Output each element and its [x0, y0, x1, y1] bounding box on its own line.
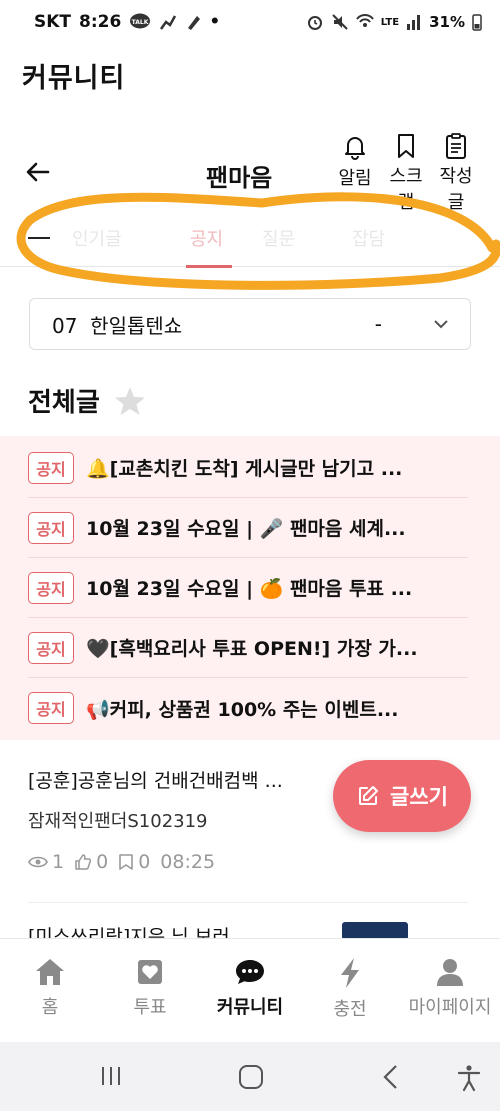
notice-item[interactable]: 공지 🖤[흑백요리사 투표 OPEN!] 가장 가... — [28, 618, 468, 678]
nav-vote[interactable]: 투표 — [100, 957, 200, 1019]
nav-home[interactable]: 홈 — [0, 957, 100, 1019]
page-title: 커뮤니티 — [22, 63, 126, 94]
section-title-text: 전체글 — [28, 388, 100, 418]
home-icon — [36, 959, 64, 985]
section-title: 전체글 — [28, 382, 146, 419]
edit-icon — [359, 786, 379, 805]
system-nav-bar — [0, 1042, 500, 1111]
write-post-label: 글쓰기 — [390, 785, 448, 809]
notice-item[interactable]: 공지 10월 23일 수요일 | 🍊 팬마음 투표 ... — [28, 558, 468, 618]
carrier-label: SKT — [34, 12, 72, 32]
status-dot: • — [209, 12, 221, 32]
clock: 8:26 — [79, 12, 122, 32]
tab-notice[interactable]: 공지 — [190, 225, 223, 251]
notice-badge: 공지 — [28, 451, 74, 484]
bell-icon — [345, 137, 365, 160]
lte-label: LTE — [380, 16, 400, 28]
notice-title: 🔔[교촌치킨 도착] 게시글만 남기고 ... — [86, 458, 403, 480]
clipboard-icon — [446, 133, 466, 159]
post-title: [미스쓰리랑]지은 님 보러... — [28, 926, 248, 938]
person-icon — [437, 959, 463, 986]
battery-percent: 31% — [429, 13, 465, 31]
notice-title: 10월 23일 수요일 | 🎤 팬마음 세계... — [86, 518, 406, 540]
bottom-nav: 홈 투표 커뮤니티 충전 마이페이지 — [0, 938, 500, 1042]
notice-item[interactable]: 공지 🔔[교촌치킨 도착] 게시글만 남기고 ... — [28, 438, 468, 498]
tab-popular[interactable]: 인기글 — [72, 225, 122, 251]
lightning-icon — [341, 958, 359, 988]
tab-chat[interactable]: 잡담 — [352, 225, 385, 251]
chevron-down-icon — [434, 320, 448, 329]
alarm-button[interactable]: 알림 — [333, 132, 377, 190]
home-button-icon[interactable] — [238, 1064, 264, 1090]
bookmark-icon — [398, 134, 414, 158]
recent-apps-icon[interactable] — [99, 1064, 123, 1088]
accessibility-icon[interactable] — [456, 1064, 482, 1092]
comment-count: 0 — [138, 851, 151, 873]
notice-badge: 공지 — [28, 631, 74, 664]
notice-title: 10월 23일 수요일 | 🍊 팬마음 투표 ... — [86, 578, 413, 600]
scrap-button[interactable]: 스크랩 — [384, 132, 428, 216]
post-title: [공훈]공훈님의 건배건배컴백 ... — [28, 770, 283, 792]
signal-icon — [407, 15, 421, 30]
pen-icon — [188, 16, 201, 30]
alarm-icon — [307, 16, 322, 30]
nav-home-label: 홈 — [41, 997, 59, 1018]
notice-title: 🖤[흑백요리사 투표 OPEN!] 가장 가... — [86, 638, 418, 660]
chart-icon — [160, 15, 177, 30]
alarm-label: 알림 — [338, 168, 372, 189]
program-select-value: 07 한일톱텐쇼 — [52, 313, 183, 338]
comment-icon — [119, 854, 133, 870]
active-tab-indicator — [186, 265, 232, 268]
tab-question[interactable]: 질문 — [262, 225, 295, 251]
view-count: 1 — [52, 851, 65, 873]
thumbs-up-icon — [75, 854, 92, 870]
vote-heart-icon — [138, 960, 162, 984]
nav-community[interactable]: 커뮤니티 — [200, 957, 300, 1019]
chat-icon — [236, 960, 264, 984]
notice-item[interactable]: 공지 📢커피, 상품권 100% 주는 이벤트... — [28, 678, 468, 738]
back-arrow-icon[interactable] — [24, 158, 52, 186]
nav-mypage[interactable]: 마이페이지 — [400, 957, 500, 1019]
write-post-button[interactable]: 글쓰기 — [333, 760, 471, 832]
nav-vote-label: 투표 — [133, 997, 167, 1018]
board-tabs: 인기글 공지 질문 잡담 — [0, 205, 500, 268]
board-header: 팬마음 알림 스크랩 작성글 — [0, 128, 500, 213]
eye-icon — [28, 856, 48, 868]
back-button-icon[interactable] — [380, 1064, 402, 1090]
my-posts-button[interactable]: 작성글 — [434, 132, 478, 216]
mute-icon — [332, 14, 348, 30]
post-divider — [28, 902, 468, 903]
nav-charge[interactable]: 충전 — [300, 957, 400, 1021]
post-time: 08:25 — [160, 851, 216, 873]
notice-item[interactable]: 공지 10월 23일 수요일 | 🎤 팬마음 세계... — [28, 498, 468, 558]
program-select-dash: - — [374, 312, 382, 336]
hotspot-icon — [355, 14, 374, 27]
notice-list: 공지 🔔[교촌치킨 도착] 게시글만 남기고 ... 공지 10월 23일 수요… — [0, 436, 500, 740]
like-count: 0 — [96, 851, 109, 873]
nav-mypage-label: 마이페이지 — [408, 997, 492, 1018]
notice-badge: 공지 — [28, 511, 74, 544]
svg-text:TALK: TALK — [132, 19, 149, 26]
nav-charge-label: 충전 — [333, 999, 367, 1020]
nav-community-label: 커뮤니티 — [216, 997, 284, 1018]
notice-title: 📢커피, 상품권 100% 주는 이벤트... — [86, 698, 399, 721]
talk-icon: TALK — [130, 13, 151, 29]
board-title: 팬마음 — [206, 164, 273, 192]
status-bar: SKT 8:26 TALK • LTE 31% — [0, 0, 500, 44]
program-select[interactable]: 07 한일톱텐쇼 - — [29, 298, 471, 350]
star-icon[interactable] — [114, 385, 146, 417]
battery-icon — [472, 14, 482, 31]
post-meta: 1 0 0 08:25 — [28, 851, 468, 873]
notice-badge: 공지 — [28, 692, 74, 724]
notice-badge: 공지 — [28, 571, 74, 604]
tab-all-marker[interactable] — [28, 237, 50, 239]
